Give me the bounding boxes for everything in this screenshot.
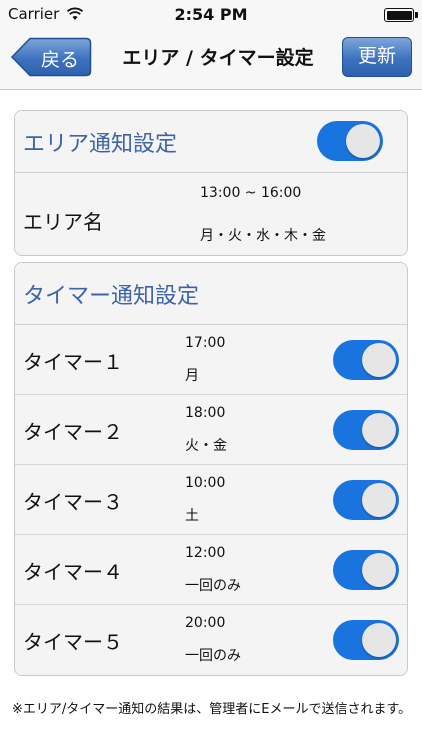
timer-time: 20:00 <box>185 615 226 631</box>
area-section-header: エリア通知設定 <box>15 111 407 173</box>
timer-days: 月 <box>185 368 199 384</box>
area-row[interactable]: エリア名 13:00 ~ 16:00 月・火・水・木・金 <box>15 173 407 255</box>
area-name-label: エリア名 <box>23 210 103 234</box>
toggle-knob <box>362 623 396 657</box>
timer-1-toggle[interactable] <box>333 340 399 380</box>
page-title: エリア / タイマー設定 <box>122 47 314 69</box>
navigation-bar: 戻る エリア / タイマー設定 更新 <box>0 28 422 90</box>
timer-5-toggle[interactable] <box>333 620 399 660</box>
timer-section-header: タイマー通知設定 <box>15 263 407 325</box>
toggle-knob <box>346 124 380 158</box>
timer-row-1[interactable]: タイマー１ 17:00 月 <box>15 325 407 395</box>
timer-3-toggle[interactable] <box>333 480 399 520</box>
area-notification-section: エリア通知設定 エリア名 13:00 ~ 16:00 月・火・水・木・金 <box>14 110 408 256</box>
timer-days: 土 <box>185 508 199 524</box>
timer-time: 12:00 <box>185 545 226 561</box>
timer-notification-section: タイマー通知設定 タイマー１ 17:00 月 タイマー２ 18:00 火・金 タ… <box>14 262 408 676</box>
area-section-title: エリア通知設定 <box>23 132 178 157</box>
toggle-knob <box>362 343 396 377</box>
toggle-knob <box>362 553 396 587</box>
timer-label: タイマー５ <box>23 630 123 654</box>
timer-row-2[interactable]: タイマー２ 18:00 火・金 <box>15 395 407 465</box>
toggle-knob <box>362 413 396 447</box>
back-button-label: 戻る <box>40 49 79 71</box>
timer-days: 一回のみ <box>185 578 241 594</box>
timer-days: 一回のみ <box>185 648 241 664</box>
status-bar: Carrier 2:54 PM <box>0 0 422 28</box>
back-button[interactable]: 戻る <box>10 37 92 77</box>
timer-4-toggle[interactable] <box>333 550 399 590</box>
battery-tip <box>415 12 418 18</box>
timer-label: タイマー３ <box>23 490 123 514</box>
area-days: 月・火・水・木・金 <box>200 228 326 244</box>
timer-row-3[interactable]: タイマー３ 10:00 土 <box>15 465 407 535</box>
area-notification-toggle[interactable] <box>317 121 383 161</box>
timer-row-4[interactable]: タイマー４ 12:00 一回のみ <box>15 535 407 605</box>
update-button[interactable]: 更新 <box>342 37 412 77</box>
timer-label: タイマー２ <box>23 420 123 444</box>
timer-time: 18:00 <box>185 405 226 421</box>
timer-label: タイマー４ <box>23 560 123 584</box>
timer-section-title: タイマー通知設定 <box>23 284 200 309</box>
toggle-knob <box>362 483 396 517</box>
timer-row-5[interactable]: タイマー５ 20:00 一回のみ <box>15 605 407 675</box>
timer-2-toggle[interactable] <box>333 410 399 450</box>
status-time: 2:54 PM <box>174 5 248 24</box>
timer-days: 火・金 <box>185 438 227 454</box>
battery-icon <box>384 8 414 22</box>
timer-time: 10:00 <box>185 475 226 491</box>
footnote: ※エリア/タイマー通知の結果は、管理者にEメールで送信されます。 <box>12 702 412 717</box>
timer-time: 17:00 <box>185 335 226 351</box>
timer-label: タイマー１ <box>23 350 123 374</box>
area-time-range: 13:00 ~ 16:00 <box>200 185 302 201</box>
